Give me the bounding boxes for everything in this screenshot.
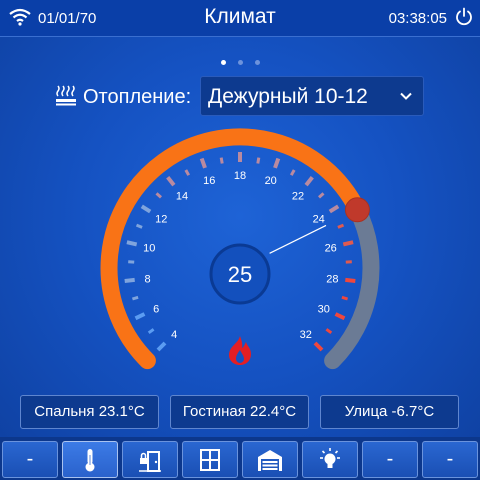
gauge-tick-label: 26 [325, 242, 337, 254]
current-temp-value: 25 [228, 262, 252, 287]
gauge-tick-label: 16 [203, 175, 215, 187]
gauge-tick [140, 204, 152, 214]
gauge-tick [289, 169, 296, 176]
gauge-tick-label: 8 [145, 273, 151, 285]
gauge-tick [166, 176, 176, 187]
gauge-tick [273, 157, 281, 169]
thermometer-icon [85, 449, 95, 472]
nav-tab-lighting[interactable] [302, 441, 358, 478]
bedroom-temp-button[interactable]: Спальня 23.1°C [20, 395, 159, 429]
light-bulb-icon [320, 448, 340, 468]
nav-tab-empty-2[interactable]: - [362, 441, 418, 478]
gauge-tick [304, 176, 314, 187]
garage-icon [258, 450, 282, 471]
nav-tab-empty-1[interactable]: - [2, 441, 58, 478]
nav-tab-garage[interactable] [242, 441, 298, 478]
gauge-tick [124, 277, 135, 283]
gauge-tick [345, 277, 356, 283]
gauge-tick [147, 328, 155, 335]
gauge-tick [325, 328, 333, 335]
nav-tab-label: - [26, 448, 34, 470]
gauge-tick-label: 32 [300, 329, 312, 341]
gauge-tick [334, 312, 346, 321]
nav-tab-empty-3[interactable]: - [422, 441, 478, 478]
gauge-tick-label: 14 [176, 190, 188, 202]
nav-tab-doors[interactable] [122, 441, 178, 478]
setpoint-knob[interactable] [344, 197, 370, 223]
nav-tab-windows[interactable] [182, 441, 238, 478]
gauge-tick [313, 341, 324, 352]
gauge-tick-label: 6 [153, 303, 159, 315]
flame-icon [229, 336, 251, 365]
gauge-tick-label: 28 [326, 273, 338, 285]
door-lock-icon [139, 451, 161, 472]
gauge-tick [199, 157, 207, 169]
gauge-tick-label: 20 [265, 175, 277, 187]
living-room-temp-button[interactable]: Гостиная 22.4°C [170, 395, 309, 429]
gauge-tick [184, 169, 191, 176]
window-icon [200, 449, 220, 471]
gauge-tick [155, 192, 162, 199]
gauge-tick-label: 22 [292, 190, 304, 202]
gauge-tick [219, 157, 224, 164]
gauge-tick-label: 30 [318, 303, 330, 315]
gauge-needle [269, 224, 327, 254]
gauge-tick-label: 10 [143, 242, 155, 254]
gauge-tick [126, 240, 138, 247]
gauge-tick [135, 223, 143, 229]
gauge-tick-label: 24 [313, 214, 325, 226]
nav-tab-label: - [446, 448, 454, 470]
gauge-tick [342, 240, 354, 247]
gauge-tick-label: 4 [171, 329, 177, 341]
gauge-tick [341, 295, 349, 301]
gauge-tick [318, 192, 325, 199]
gauge-tick [131, 295, 139, 301]
gauge-tick [156, 341, 167, 352]
gauge-tick [328, 204, 340, 214]
gauge-tick [337, 223, 345, 229]
gauge-tick-label: 12 [155, 214, 167, 226]
gauge-tick-label: 18 [234, 170, 246, 182]
gauge-tick [256, 157, 261, 164]
nav-tab-label: - [386, 448, 394, 470]
outdoor-temp-button[interactable]: Улица -6.7°C [320, 395, 459, 429]
gauge-tick [134, 312, 146, 321]
nav-tab-climate[interactable] [62, 441, 118, 478]
